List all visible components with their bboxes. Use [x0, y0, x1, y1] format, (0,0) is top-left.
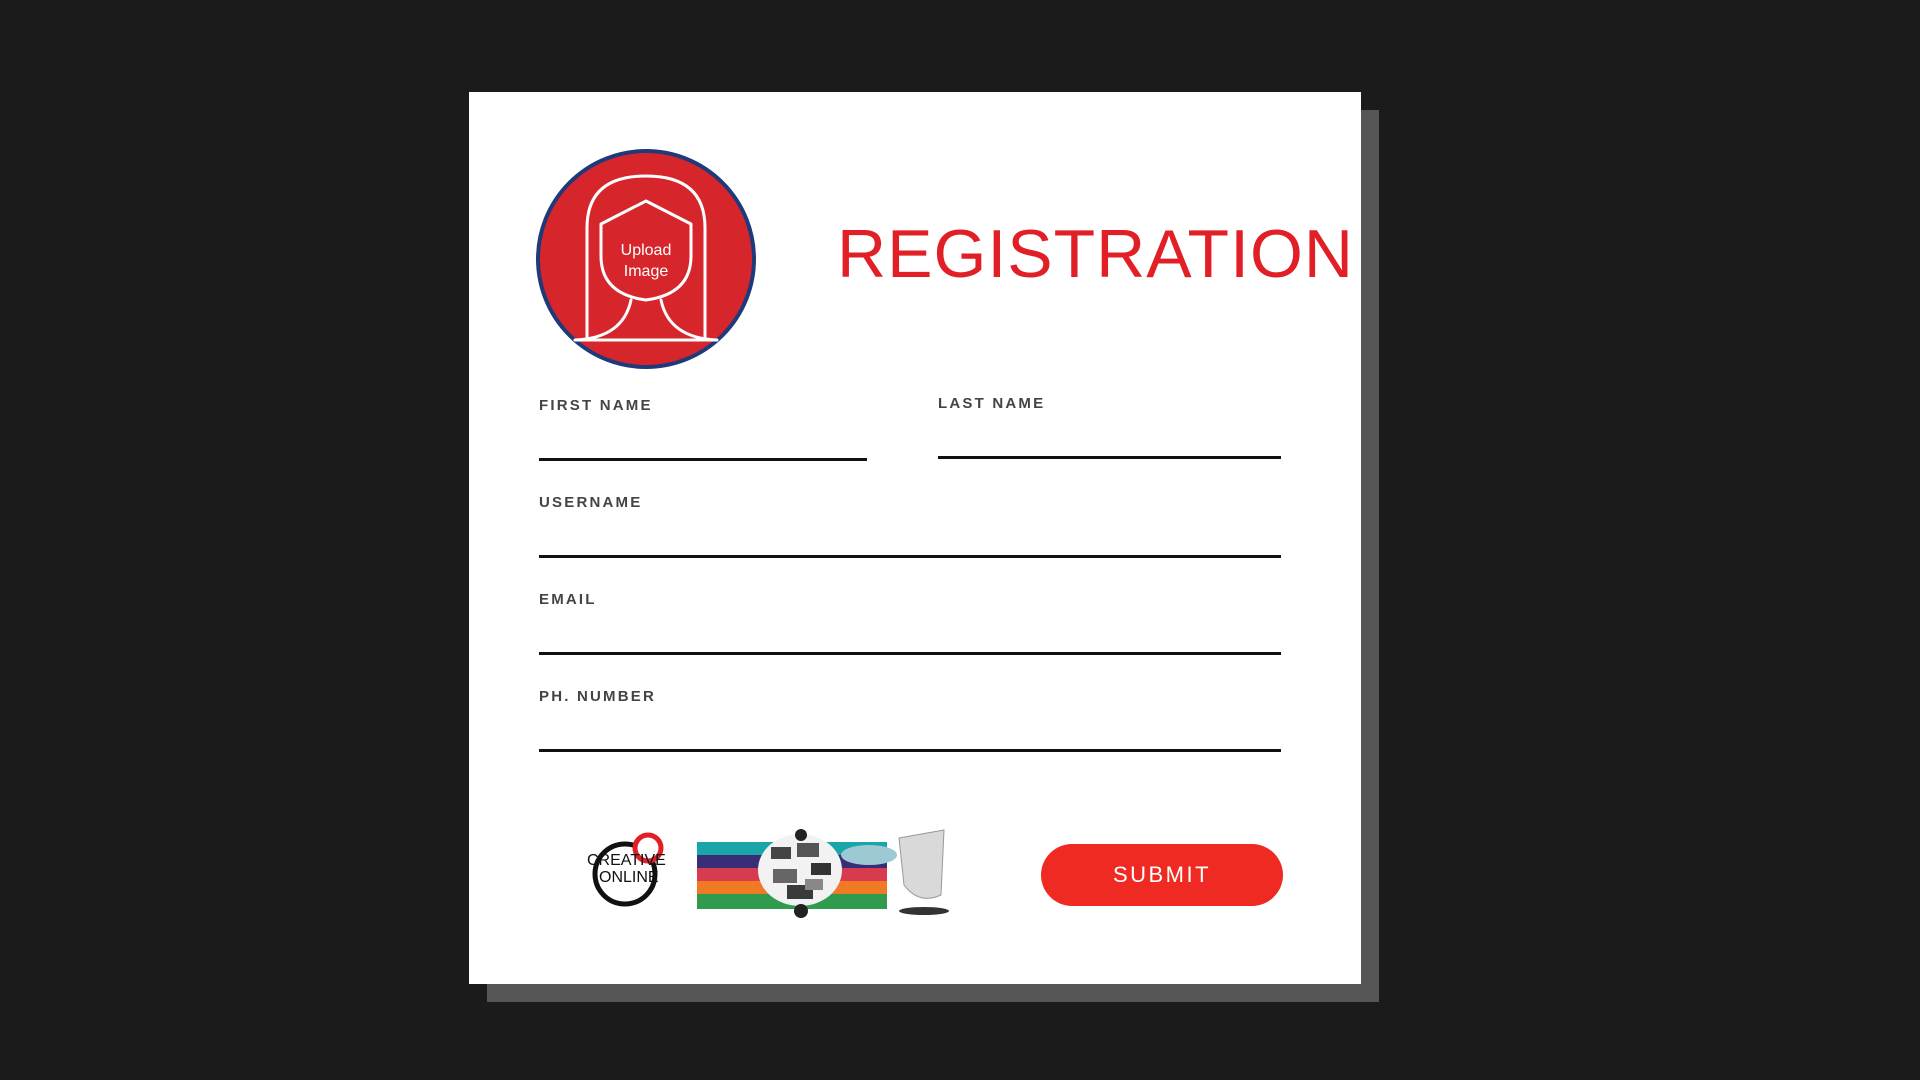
email-label: EMAIL: [539, 591, 597, 608]
branding-area: CREATIVE ONLINE: [549, 825, 979, 925]
last-name-label: LAST NAME: [938, 395, 1046, 412]
email-group: EMAIL: [539, 591, 1281, 655]
upload-label-line1: Upload: [620, 242, 672, 259]
first-name-label: FIRST NAME: [539, 397, 653, 414]
logo-text-line2: ONLINE: [599, 869, 659, 886]
upload-label-line2: Image: [623, 263, 669, 280]
email-field[interactable]: [539, 608, 1281, 655]
last-name-group: LAST NAME: [938, 395, 1281, 459]
upload-image-label: Upload Image: [535, 240, 757, 282]
username-group: USERNAME: [539, 494, 1281, 558]
first-name-group: FIRST NAME: [539, 397, 867, 461]
phone-label: PH. NUMBER: [539, 688, 657, 705]
submit-button[interactable]: SUBMIT: [1041, 844, 1283, 906]
last-name-field[interactable]: [938, 412, 1281, 459]
username-field[interactable]: [539, 511, 1281, 558]
registration-card: Upload Image REGISTRATION FIRST NAME LAS…: [469, 92, 1361, 984]
creative-online-logo: CREATIVE ONLINE: [587, 829, 949, 918]
username-label: USERNAME: [539, 494, 643, 511]
first-name-field[interactable]: [539, 414, 867, 461]
banner-illustration: [697, 829, 949, 918]
phone-group: PH. NUMBER: [539, 688, 1281, 752]
page-title: REGISTRATION: [837, 216, 1354, 292]
phone-field[interactable]: [539, 705, 1281, 752]
logo-text-line1: CREATIVE: [587, 852, 666, 869]
upload-image-button[interactable]: Upload Image: [535, 148, 757, 370]
